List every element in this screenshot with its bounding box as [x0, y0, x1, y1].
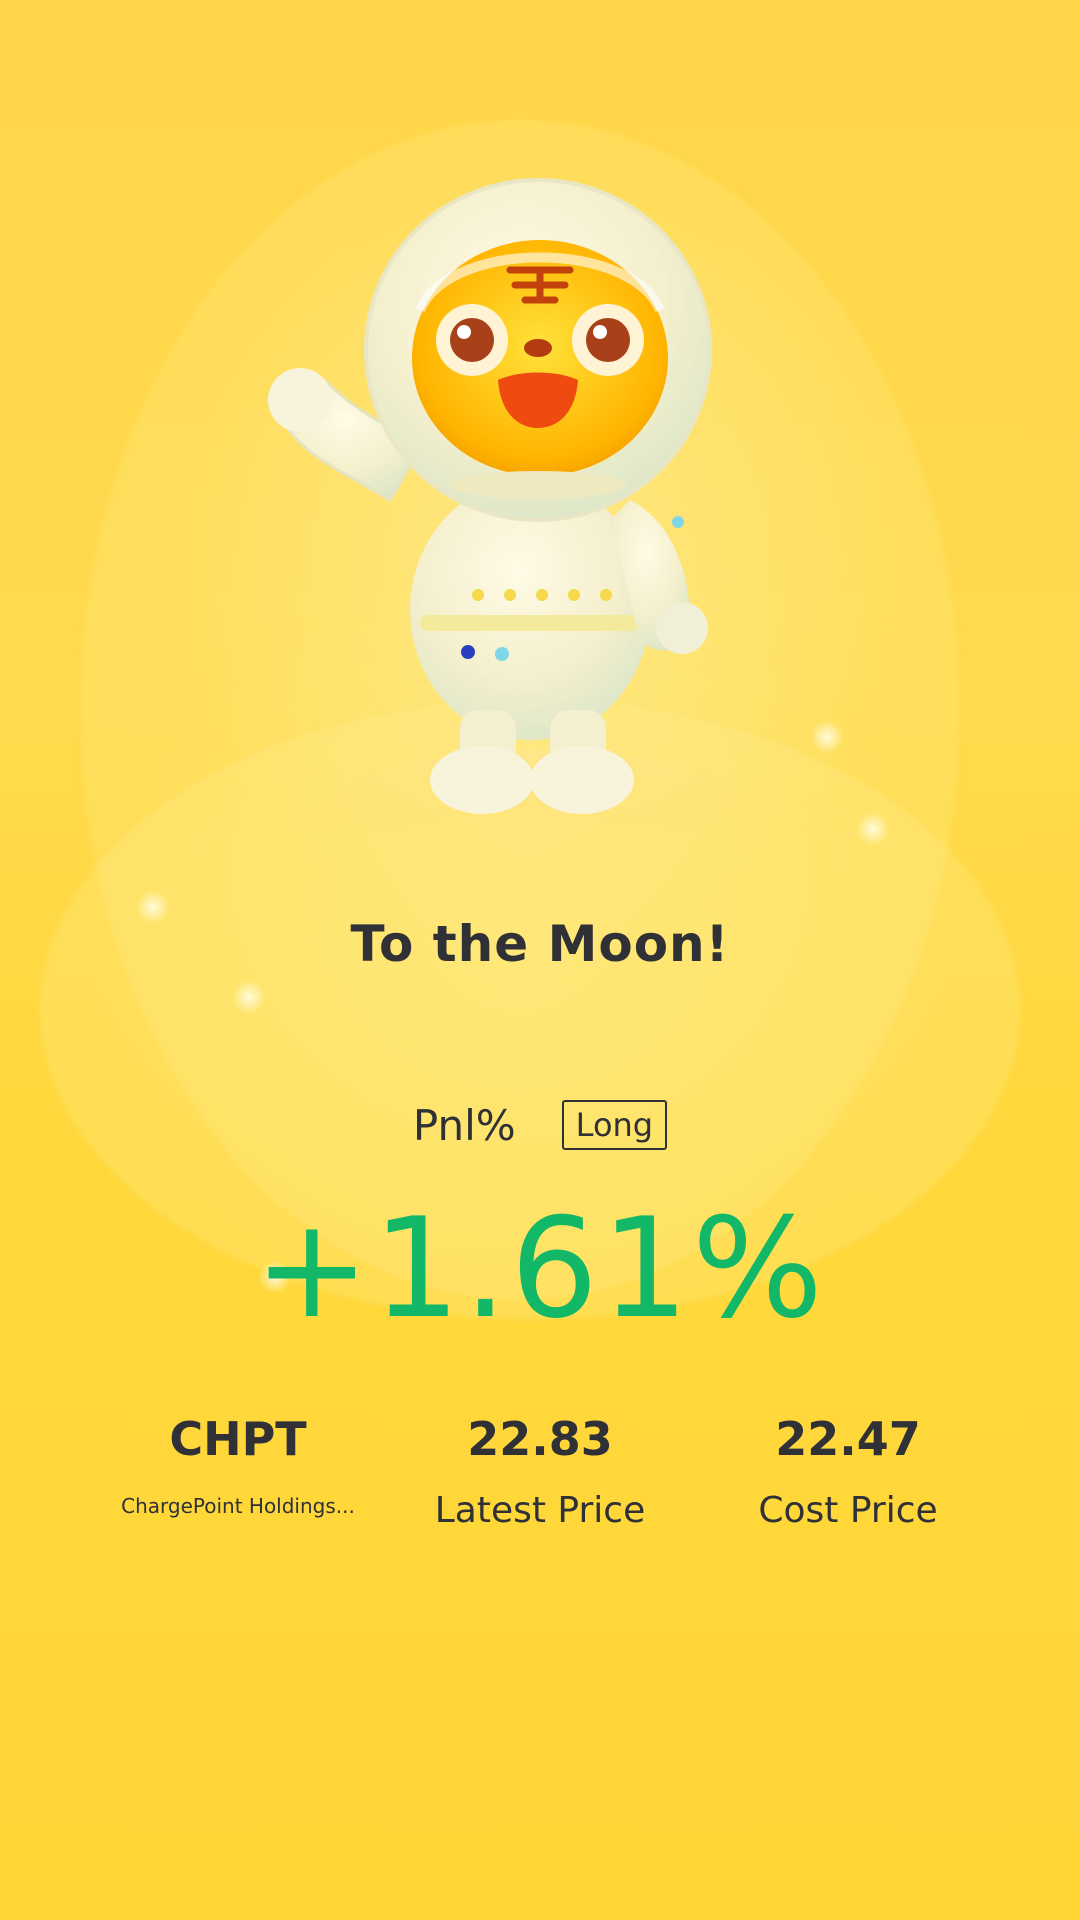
card-title: To the Moon!	[350, 915, 730, 973]
latest-price-value: 22.83	[467, 1412, 613, 1466]
ticker-symbol: CHPT	[169, 1412, 307, 1466]
pnl-header: Pnl% Long	[0, 1100, 1080, 1150]
sparkle-decoration	[232, 980, 266, 1014]
pnl-percentage: +1.61%	[253, 1188, 827, 1349]
stat-latest-price: 22.83 Latest Price	[380, 1412, 700, 1531]
pnl-label: Pnl%	[412, 1100, 516, 1150]
latest-price-label: Latest Price	[434, 1490, 646, 1531]
stats-row: CHPT ChargePoint Holdings... 22.83 Lates…	[0, 1412, 1080, 1552]
position-badge: Long	[561, 1100, 668, 1150]
astronaut-tiger-mascot-icon	[268, 178, 760, 830]
stat-cost-price: 22.47 Cost Price	[688, 1412, 1008, 1531]
company-name: ChargePoint Holdings...	[121, 1494, 355, 1518]
sparkle-decoration	[856, 812, 890, 846]
sparkle-decoration	[810, 720, 844, 754]
cost-price-value: 22.47	[775, 1412, 921, 1466]
cost-price-label: Cost Price	[758, 1490, 938, 1531]
stat-ticker: CHPT ChargePoint Holdings...	[78, 1412, 398, 1518]
